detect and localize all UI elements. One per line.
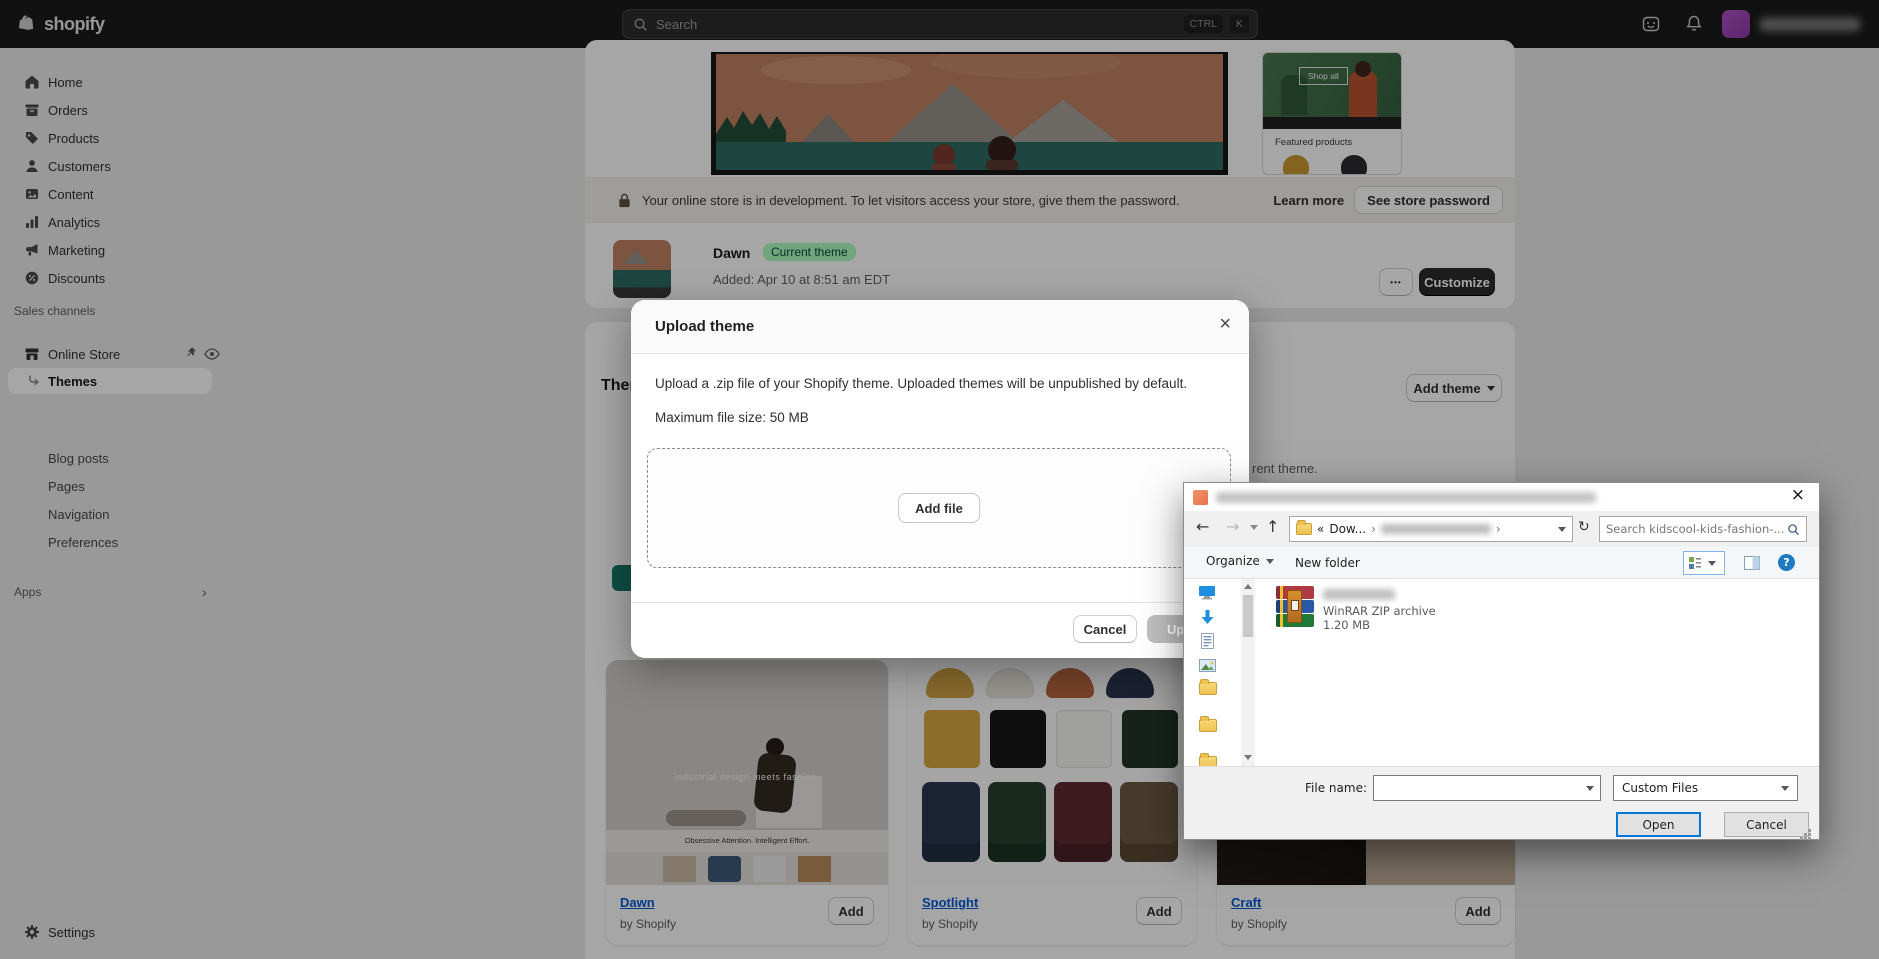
modal-cancel-button[interactable]: Cancel — [1073, 615, 1137, 643]
crumb-separator: › — [1371, 522, 1376, 536]
winrar-file-icon[interactable] — [1276, 586, 1314, 628]
nav-documents-icon[interactable] — [1201, 633, 1214, 653]
address-bar[interactable]: « Dow... › › — [1289, 516, 1573, 542]
windows-open-file-dialog: × ← → ↑ « Dow... › › ↻ Search kidscool-k… — [1183, 482, 1820, 840]
add-file-button[interactable]: Add file — [898, 493, 980, 523]
organize-button[interactable]: Organize — [1206, 554, 1274, 568]
file-size-label: 1.20 MB — [1323, 618, 1371, 632]
file-type-selected-value: Custom Files — [1622, 781, 1699, 795]
crumb-prefix: « — [1317, 522, 1325, 536]
back-icon[interactable]: ← — [1196, 519, 1209, 535]
up-icon[interactable]: ↑ — [1266, 519, 1279, 535]
modal-title: Upload theme — [655, 318, 755, 335]
file-type-select[interactable]: Custom Files — [1613, 775, 1798, 801]
modal-max-size: Maximum file size: 50 MB — [655, 410, 809, 425]
combobox-chevron-icon — [1586, 786, 1594, 791]
scroll-up-icon[interactable] — [1244, 584, 1252, 589]
file-name-field-label: File name: — [1305, 781, 1367, 795]
address-dropdown-chevron[interactable] — [1558, 526, 1566, 532]
folder-icon — [1296, 520, 1312, 535]
dialog-title-redacted — [1216, 492, 1596, 503]
nav-desktop-icon[interactable] — [1198, 585, 1216, 604]
nav-pane-scrollbar[interactable] — [1241, 579, 1255, 766]
file-name-combobox[interactable] — [1373, 775, 1601, 801]
refresh-icon[interactable]: ↻ — [1578, 520, 1590, 534]
nav-pictures-icon[interactable] — [1199, 657, 1216, 676]
dialog-cancel-button[interactable]: Cancel — [1724, 812, 1809, 837]
forward-icon: → — [1226, 517, 1240, 536]
crumb-downloads[interactable]: Dow... — [1329, 522, 1366, 536]
dialog-close-icon[interactable]: × — [1791, 487, 1805, 504]
scroll-down-icon[interactable] — [1244, 755, 1252, 760]
views-grid-icon — [1688, 556, 1702, 570]
resize-grip[interactable] — [1808, 829, 1811, 832]
new-folder-button[interactable]: New folder — [1295, 556, 1360, 570]
history-chevron-icon[interactable] — [1250, 525, 1258, 530]
select-chevron-icon — [1781, 785, 1789, 791]
search-box-value: Search kidscool-kids-fashion-... — [1606, 522, 1785, 536]
upload-theme-modal: Upload theme × Upload a .zip file of you… — [631, 300, 1249, 658]
modal-description: Upload a .zip file of your Shopify theme… — [655, 376, 1188, 391]
crumb-folder-redacted — [1380, 524, 1491, 534]
search-box[interactable]: Search kidscool-kids-fashion-... — [1599, 516, 1807, 542]
file-type-label: WinRAR ZIP archive — [1323, 604, 1436, 618]
crumb-separator-2: › — [1495, 522, 1501, 536]
preview-pane-button[interactable] — [1740, 551, 1764, 575]
file-name-redacted[interactable] — [1323, 589, 1395, 600]
help-button[interactable]: ? — [1778, 554, 1795, 571]
dialog-titlebar[interactable]: × — [1184, 483, 1819, 511]
dialog-app-icon — [1193, 490, 1208, 505]
views-split-button[interactable] — [1683, 551, 1725, 575]
file-dropzone[interactable]: Add file — [647, 448, 1231, 568]
scrollbar-thumb[interactable] — [1243, 595, 1253, 637]
nav-downloads-icon[interactable] — [1200, 609, 1215, 630]
nav-folder-icon-1[interactable] — [1199, 679, 1217, 695]
search-magnifier-icon — [1787, 523, 1800, 536]
screen: shopify Search CTRL K Home Orders Produc… — [0, 0, 1879, 959]
nav-folder-icon-2[interactable] — [1199, 716, 1217, 732]
organize-chevron-icon — [1265, 558, 1274, 564]
open-button[interactable]: Open — [1616, 812, 1701, 837]
views-chevron-icon — [1708, 560, 1716, 566]
modal-close-icon[interactable]: × — [1219, 314, 1231, 334]
